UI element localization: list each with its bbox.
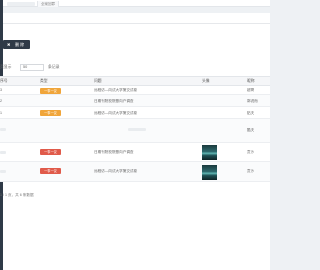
cell-nickname: 贴夫 <box>247 111 255 115</box>
cell-nickname: 贡沙 <box>247 169 255 173</box>
table-row[interactable]: 一事一议 日期刊院校院基向户调查 贡沙 <box>0 143 270 162</box>
header-nickname[interactable]: 昵称 <box>247 77 255 86</box>
cell-question-placeholder <box>128 128 146 131</box>
cell-id-placeholder <box>0 151 6 154</box>
cell-id: 3 <box>0 88 2 92</box>
page-size-control: 页显示 50 条记录 <box>0 63 270 72</box>
header-question[interactable]: 问题 <box>94 77 102 86</box>
table-header: 序号 类型 问题 头像 昵称 <box>0 76 270 86</box>
type-badge: 一事一议 <box>40 168 61 174</box>
table-row[interactable]: 1 一事一议 远程访—向试大学第交试卷 贴夫 <box>0 107 270 119</box>
header-avatar[interactable]: 头像 <box>202 77 210 86</box>
header-id[interactable]: 序号 <box>0 77 8 86</box>
type-badge: 一事一议 <box>40 149 61 155</box>
table-row[interactable]: 酷夫 <box>0 119 270 143</box>
table-row[interactable]: 一事一议 远程访—向试大学第交试卷 贡沙 <box>0 162 270 182</box>
panel-header <box>3 13 270 24</box>
avatar <box>202 165 217 180</box>
cell-question[interactable]: 远程访—向试大学第交试卷 <box>94 169 137 174</box>
cell-nickname: 郭说而 <box>247 99 258 103</box>
page-size-suffix: 条记录 <box>48 65 60 69</box>
delete-button[interactable]: ✖ 删 除 <box>3 40 30 49</box>
cell-question[interactable]: 日期刊院校院基向户调查 <box>94 150 134 155</box>
pagination-summary: 1 / 1 页，共 6 条数据 <box>0 193 34 197</box>
type-badge: 一事一议 <box>40 110 61 116</box>
cell-id-placeholder <box>0 170 6 173</box>
page-size-select[interactable]: 50 <box>20 64 44 71</box>
table-row[interactable]: 3 一事一议 远程访—向试大学第交试卷 超哥 <box>0 86 270 95</box>
cell-id-placeholder <box>0 128 6 131</box>
page-size-prefix: 页显示 <box>0 65 12 69</box>
table-row[interactable]: 2 日期刊院校院基向户调查 郭说而 <box>0 95 270 107</box>
header-type[interactable]: 类型 <box>40 77 48 86</box>
delete-button-label: 删 除 <box>15 42 25 47</box>
cell-nickname: 酷夫 <box>247 128 255 132</box>
cell-nickname: 超哥 <box>247 88 255 92</box>
table-footer: 1 / 1 页，共 6 条数据 <box>0 191 270 199</box>
avatar <box>202 145 217 160</box>
cell-id: 2 <box>0 99 2 103</box>
tab-placeholder[interactable] <box>7 1 35 6</box>
cell-id: 1 <box>0 111 2 115</box>
type-badge: 一事一议 <box>40 87 61 94</box>
cell-question[interactable]: 远程访—向试大学第交试卷 <box>94 111 137 116</box>
cell-nickname: 贡沙 <box>247 150 255 154</box>
close-icon: ✖ <box>7 42 11 47</box>
top-tab-bar: 全案回罪 <box>3 0 270 7</box>
tab-active[interactable]: 全案回罪 <box>37 1 59 7</box>
cell-question[interactable]: 日期刊院校院基向户调查 <box>94 99 134 104</box>
cell-question[interactable]: 远程访—向试大学第交试卷 <box>94 88 137 93</box>
